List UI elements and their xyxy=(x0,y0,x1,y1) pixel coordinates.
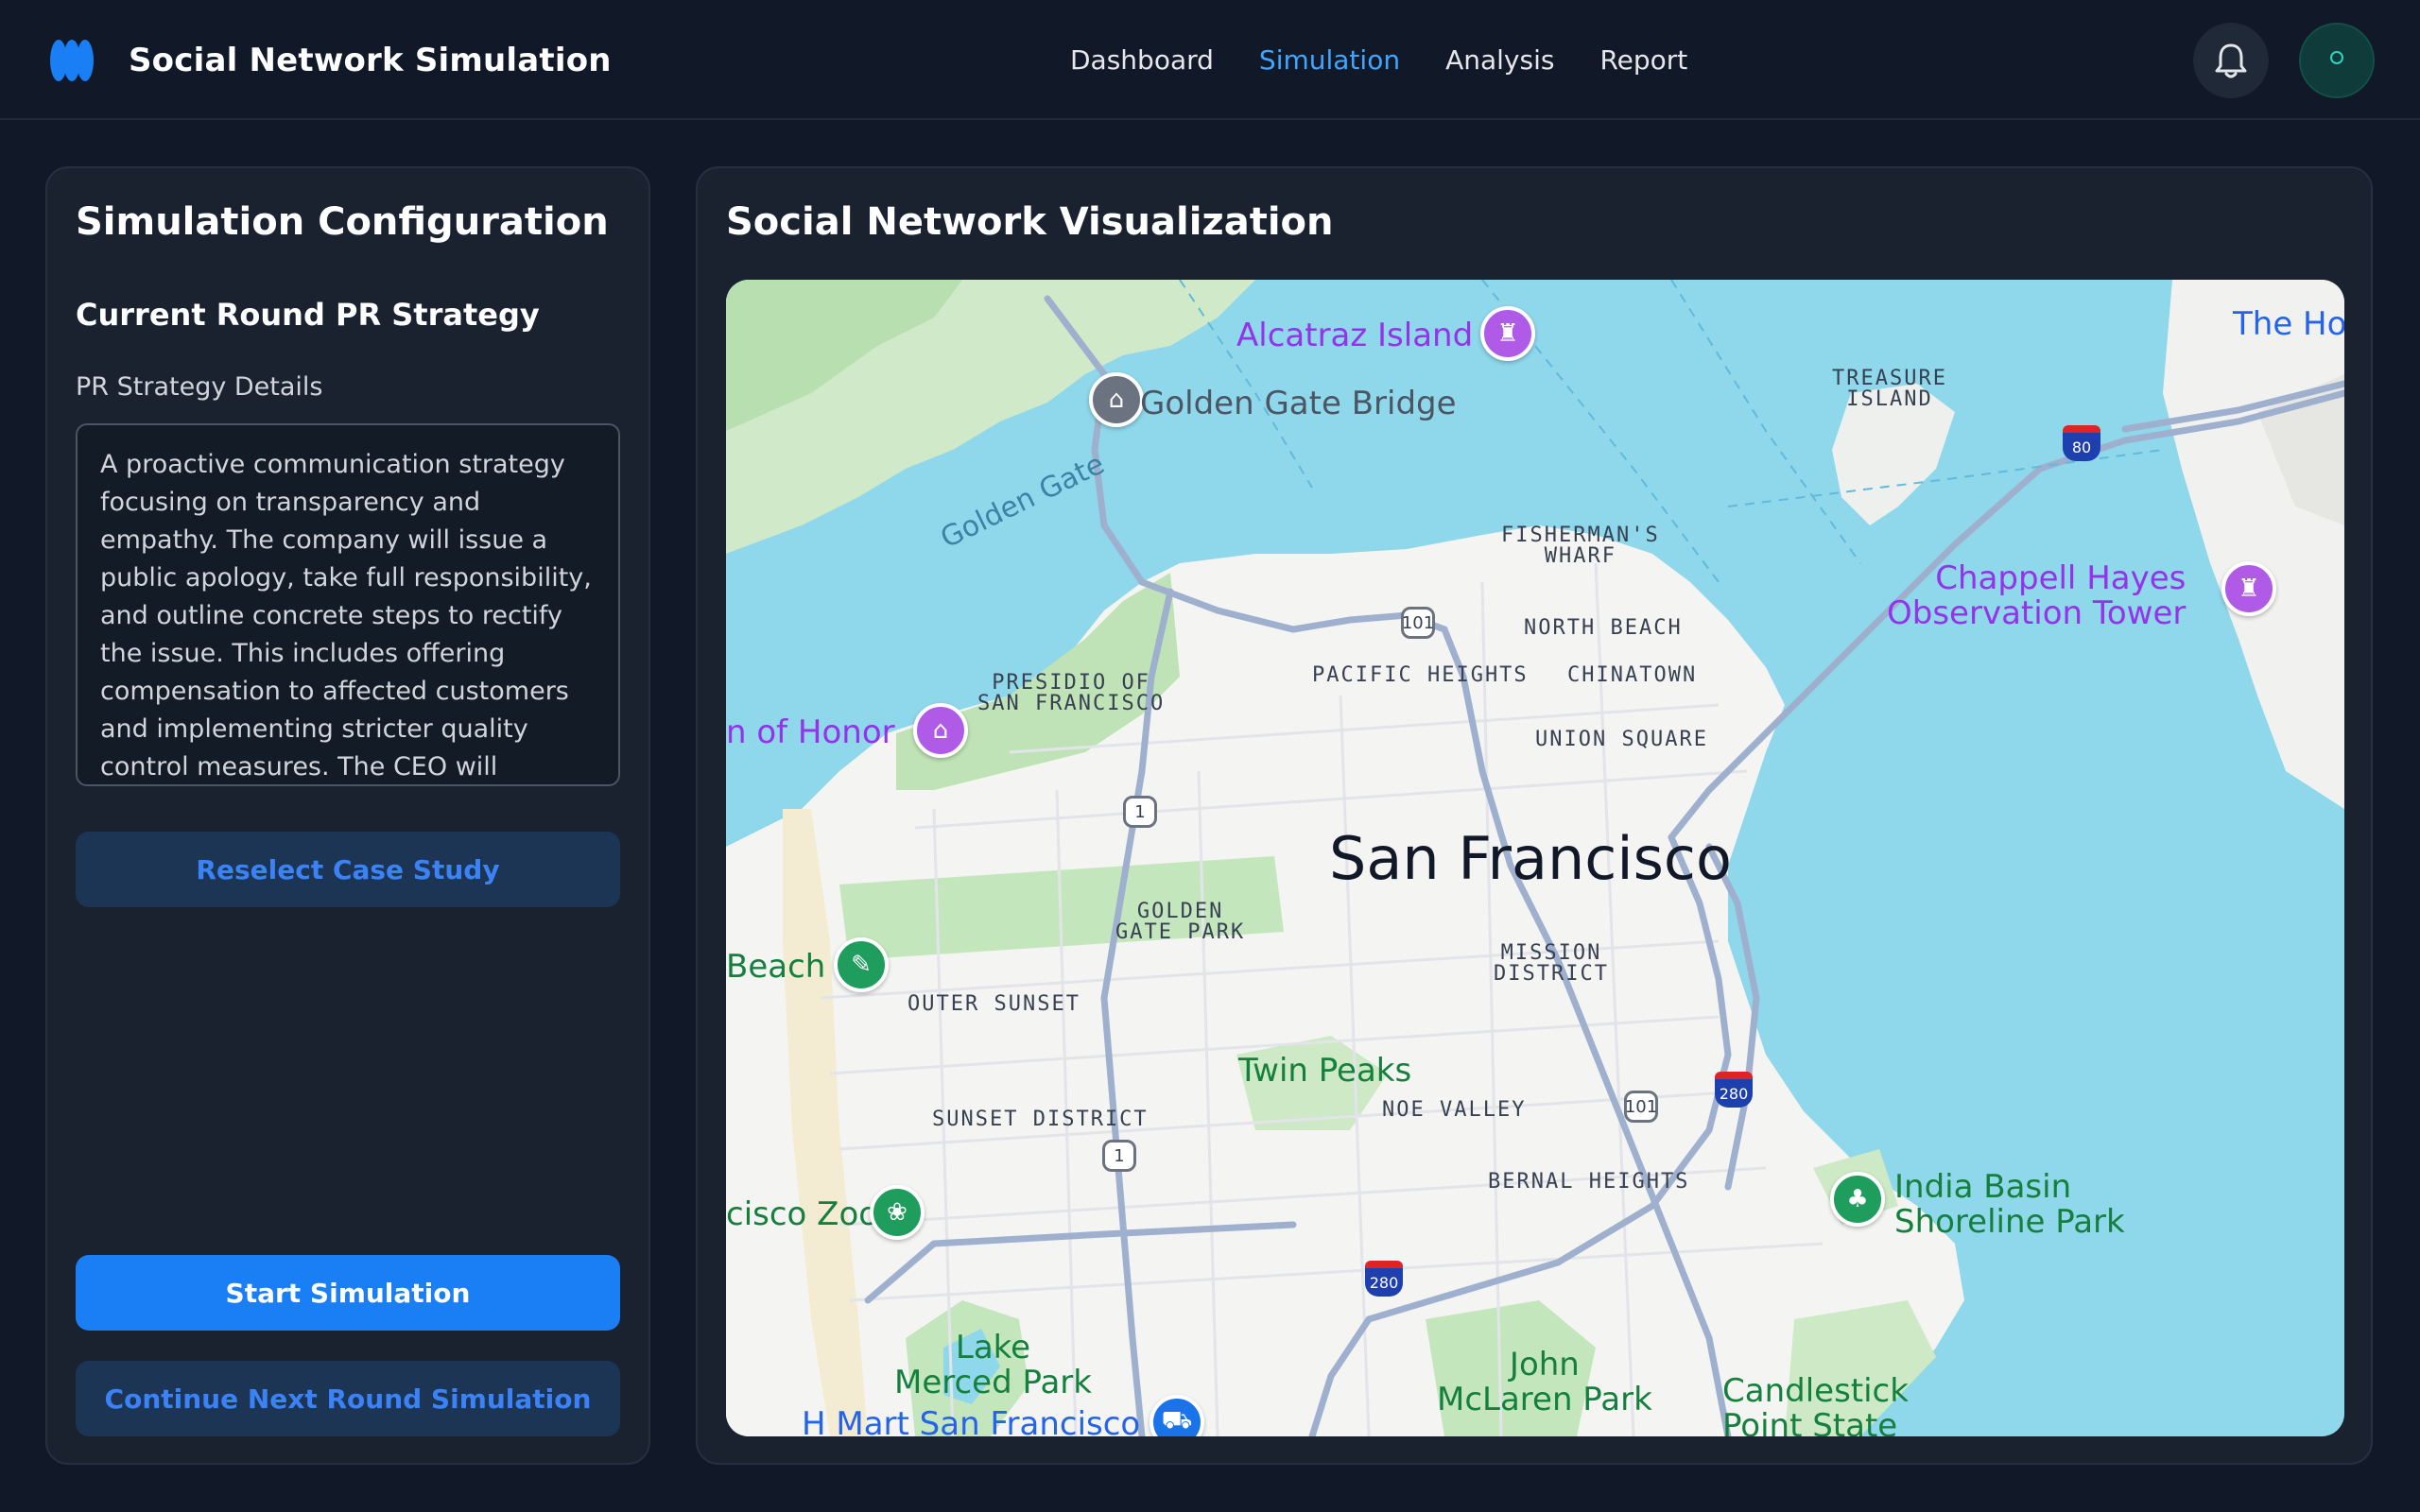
golden-gate-park-label: GOLDEN GATE PARK xyxy=(1115,900,1246,944)
fishermans-wharf-label: FISHERMAN'S WHARF xyxy=(1501,524,1660,568)
social-network-visualization-panel: Social Network Visualization Alcatraz Is… xyxy=(696,166,2373,1465)
sunset-district-label: SUNSET DISTRICT xyxy=(932,1108,1149,1131)
legion-of-honor-label: n of Honor xyxy=(726,713,895,751)
nav-report[interactable]: Report xyxy=(1599,38,1687,83)
india-basin-label: India Basin Shoreline Park xyxy=(1894,1168,2125,1242)
india-basin-pin-icon[interactable]: ♣ xyxy=(1830,1172,1885,1227)
union-square-label: UNION SQUARE xyxy=(1535,728,1708,751)
john-mclaren-label: John McLaren Park xyxy=(1437,1346,1652,1419)
top-header: Social Network Simulation Dashboard Simu… xyxy=(0,0,2420,120)
legion-of-honor-pin-icon[interactable]: ⌂ xyxy=(913,703,968,758)
highway-101-south-shield-icon: 101 xyxy=(1624,1091,1658,1123)
lake-merced-label: Lake Merced Park xyxy=(894,1329,1092,1402)
chinatown-label: CHINATOWN xyxy=(1567,663,1698,687)
bernal-heights-label: BERNAL HEIGHTS xyxy=(1488,1170,1690,1194)
bell-icon xyxy=(2215,43,2247,78)
chappell-hayes-label: Chappell Hayes Observation Tower xyxy=(1887,559,2187,633)
highway-101-north-shield-icon: 101 xyxy=(1401,607,1435,639)
highway-1-north-shield-icon: 1 xyxy=(1123,796,1157,828)
notifications-button[interactable] xyxy=(2193,23,2269,98)
app-title: Social Network Simulation xyxy=(129,42,612,79)
chappell-hayes-pin-icon[interactable]: ♜ xyxy=(2221,561,2276,616)
config-panel-title: Simulation Configuration xyxy=(76,200,609,244)
alcatraz-label: Alcatraz Island xyxy=(1236,317,1474,354)
alcatraz-pin-icon[interactable]: ♜ xyxy=(1480,306,1535,361)
city-label: San Francisco xyxy=(1329,824,1732,893)
noe-valley-label: NOE VALLEY xyxy=(1382,1098,1527,1122)
beach-pin-icon[interactable]: ✎ xyxy=(834,937,889,992)
reselect-case-study-button[interactable]: Reselect Case Study xyxy=(76,832,620,907)
golden-gate-bridge-label: Golden Gate Bridge xyxy=(1140,385,1457,422)
interstate-80-shield-icon: 80 xyxy=(2063,425,2100,461)
sf-zoo-label: cisco Zoo xyxy=(726,1195,879,1233)
visualization-title: Social Network Visualization xyxy=(726,200,1334,244)
candlestick-label: Candlestick Point State xyxy=(1722,1372,1909,1436)
hmart-label: H Mart San Francisco xyxy=(802,1405,1141,1436)
interstate-280-east-shield-icon: 280 xyxy=(1715,1072,1753,1108)
highway-1-south-shield-icon: 1 xyxy=(1102,1140,1136,1172)
nav-simulation[interactable]: Simulation xyxy=(1259,38,1400,83)
pr-strategy-textarea[interactable]: A proactive communication strategy focus… xyxy=(76,423,620,786)
mission-district-label: MISSION DISTRICT xyxy=(1494,941,1609,986)
golden-gate-bridge-pin-icon[interactable]: ⌂ xyxy=(1089,372,1144,427)
pr-strategy-section-title: Current Round PR Strategy xyxy=(76,297,540,333)
twin-peaks-label: Twin Peaks xyxy=(1238,1052,1412,1090)
nav-analysis[interactable]: Analysis xyxy=(1445,38,1554,83)
zoo-pin-icon[interactable]: ❀ xyxy=(870,1185,925,1240)
continue-next-round-button[interactable]: Continue Next Round Simulation xyxy=(76,1361,620,1436)
interstate-280-south-shield-icon: 280 xyxy=(1365,1261,1403,1297)
app-logo-icon xyxy=(50,40,94,81)
main-nav: Dashboard Simulation Analysis Report xyxy=(1070,38,1733,83)
user-avatar[interactable] xyxy=(2299,23,2375,98)
the-ho-label: The Ho xyxy=(2233,305,2344,343)
pr-strategy-details-label: PR Strategy Details xyxy=(76,372,323,402)
avatar-logo-icon xyxy=(2330,51,2343,64)
outer-sunset-label: OUTER SUNSET xyxy=(908,992,1080,1016)
treasure-island-label: TREASURE ISLAND xyxy=(1832,367,1947,411)
pacific-heights-label: PACIFIC HEIGHTS xyxy=(1312,663,1529,687)
simulation-config-panel: Simulation Configuration Current Round P… xyxy=(45,166,650,1465)
start-simulation-button[interactable]: Start Simulation xyxy=(76,1255,620,1331)
presidio-label: PRESIDIO OF SAN FRANCISCO xyxy=(977,671,1166,715)
map-view[interactable]: Alcatraz Island ♜ ⌂ Golden Gate Bridge G… xyxy=(726,280,2344,1436)
beach-label: Beach xyxy=(726,948,826,986)
north-beach-label: NORTH BEACH xyxy=(1524,616,1683,640)
nav-dashboard[interactable]: Dashboard xyxy=(1070,38,1214,83)
